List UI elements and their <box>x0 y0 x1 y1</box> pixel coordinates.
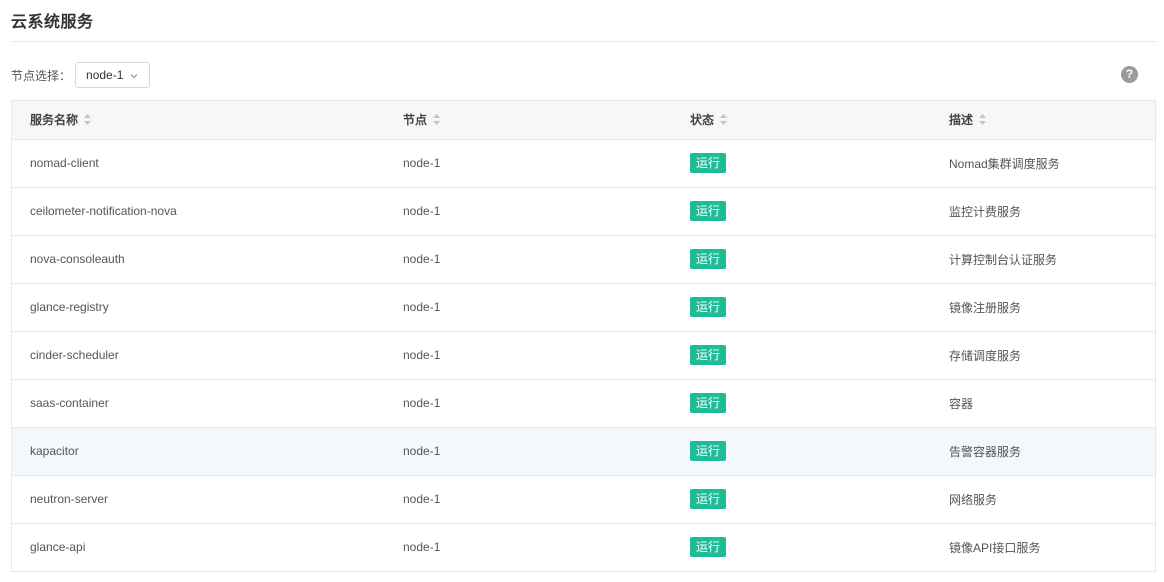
service-name-cell: saas-container <box>12 379 388 428</box>
table-row[interactable]: glance-api node-1 运行 镜像API接口服务 <box>12 523 1155 572</box>
service-name-cell: nova-consoleauth <box>12 235 388 284</box>
column-header-status[interactable]: 状态 <box>675 101 934 140</box>
status-cell: 运行 <box>675 283 934 332</box>
column-header-label: 节点 <box>403 113 428 128</box>
service-name-cell: nomad-client <box>12 139 388 188</box>
column-header-service-name[interactable]: 服务名称 <box>12 101 388 140</box>
status-badge: 运行 <box>690 345 727 365</box>
service-name-cell: cinder-scheduler <box>12 331 388 380</box>
cloud-system-services-page: 云系统服务 节点选择： node-1 ? 服务名称 节点 状态 描述 nomad… <box>0 0 1164 582</box>
description-cell: 网络服务 <box>934 475 1155 524</box>
column-header-label: 服务名称 <box>30 113 79 128</box>
status-cell: 运行 <box>675 523 934 572</box>
table-row[interactable]: neutron-server node-1 运行 网络服务 <box>12 475 1155 524</box>
node-filter-label: 节点选择： <box>11 68 72 83</box>
status-cell: 运行 <box>675 139 934 188</box>
status-badge: 运行 <box>690 153 727 173</box>
sort-icon[interactable] <box>84 114 92 126</box>
status-cell: 运行 <box>675 427 934 476</box>
node-cell: node-1 <box>388 379 675 428</box>
status-badge: 运行 <box>690 441 727 461</box>
node-select-value: node-1 <box>86 68 124 82</box>
status-badge: 运行 <box>690 201 727 221</box>
table-row[interactable]: ceilometer-notification-nova node-1 运行 监… <box>12 187 1155 236</box>
column-header-node[interactable]: 节点 <box>388 101 675 140</box>
node-cell: node-1 <box>388 187 675 236</box>
status-badge: 运行 <box>690 489 727 509</box>
status-badge: 运行 <box>690 297 727 317</box>
description-cell: 容器 <box>934 379 1155 428</box>
help-icon[interactable]: ? <box>1121 66 1138 83</box>
status-badge: 运行 <box>690 537 727 557</box>
status-cell: 运行 <box>675 235 934 284</box>
description-cell: 告警容器服务 <box>934 427 1155 476</box>
sort-icon[interactable] <box>433 114 441 126</box>
sort-icon[interactable] <box>979 114 987 126</box>
node-cell: node-1 <box>388 331 675 380</box>
table-row[interactable]: glance-registry node-1 运行 镜像注册服务 <box>12 283 1155 332</box>
description-cell: 监控计费服务 <box>934 187 1155 236</box>
status-cell: 运行 <box>675 379 934 428</box>
title-divider <box>11 41 1156 42</box>
description-cell: Nomad集群调度服务 <box>934 139 1155 188</box>
table-row[interactable]: nova-consoleauth node-1 运行 计算控制台认证服务 <box>12 235 1155 284</box>
node-cell: node-1 <box>388 235 675 284</box>
description-cell: 存储调度服务 <box>934 331 1155 380</box>
service-name-cell: kapacitor <box>12 427 388 476</box>
status-cell: 运行 <box>675 187 934 236</box>
service-name-cell: glance-registry <box>12 283 388 332</box>
sort-icon[interactable] <box>720 114 728 126</box>
column-header-label: 状态 <box>690 113 715 128</box>
status-badge: 运行 <box>690 393 727 413</box>
service-name-cell: glance-api <box>12 523 388 572</box>
description-cell: 镜像注册服务 <box>934 283 1155 332</box>
services-table: 服务名称 节点 状态 描述 nomad-client node-1 运行 Nom… <box>11 100 1156 572</box>
status-badge: 运行 <box>690 249 727 269</box>
page-title: 云系统服务 <box>11 14 94 31</box>
node-filter: 节点选择： node-1 <box>11 61 151 89</box>
status-cell: 运行 <box>675 475 934 524</box>
table-header-row: 服务名称 节点 状态 描述 <box>12 101 1155 140</box>
table-row[interactable]: cinder-scheduler node-1 运行 存储调度服务 <box>12 331 1155 380</box>
node-cell: node-1 <box>388 427 675 476</box>
service-name-cell: ceilometer-notification-nova <box>12 187 388 236</box>
node-cell: node-1 <box>388 283 675 332</box>
node-cell: node-1 <box>388 475 675 524</box>
description-cell: 镜像API接口服务 <box>934 523 1155 572</box>
node-cell: node-1 <box>388 523 675 572</box>
column-header-label: 描述 <box>949 113 974 128</box>
table-row[interactable]: saas-container node-1 运行 容器 <box>12 379 1155 428</box>
description-cell: 计算控制台认证服务 <box>934 235 1155 284</box>
status-cell: 运行 <box>675 331 934 380</box>
table-row[interactable]: kapacitor node-1 运行 告警容器服务 <box>12 427 1155 476</box>
node-select[interactable]: node-1 <box>75 62 151 88</box>
chevron-down-icon <box>129 70 139 80</box>
service-name-cell: neutron-server <box>12 475 388 524</box>
node-cell: node-1 <box>388 139 675 188</box>
table-row[interactable]: nomad-client node-1 运行 Nomad集群调度服务 <box>12 139 1155 188</box>
column-header-description[interactable]: 描述 <box>934 101 1155 140</box>
